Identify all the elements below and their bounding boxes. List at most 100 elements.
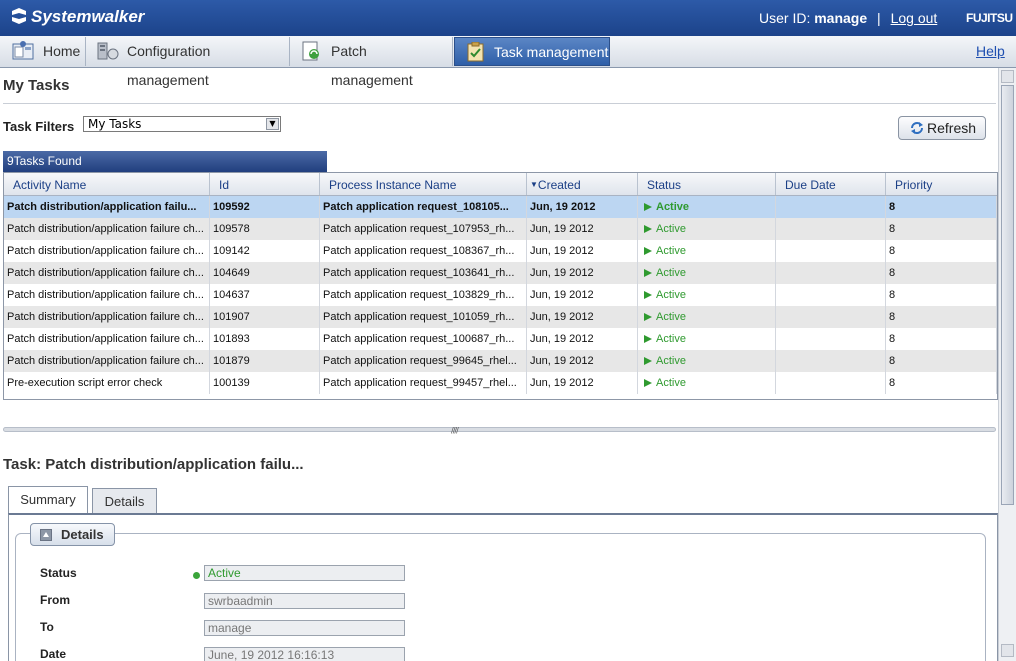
page-scrollbar[interactable]: [998, 68, 1016, 661]
column-header-due-date[interactable]: Due Date: [776, 173, 886, 195]
tab-patch-management[interactable]: Patch management: [291, 37, 453, 88]
cell-process-instance-name: Patch application request_107953_rh...: [320, 218, 527, 240]
cell-id: 109578: [210, 218, 320, 240]
cell-created: Jun, 19 2012: [527, 372, 638, 394]
table-row[interactable]: Patch distribution/application failure c…: [4, 284, 997, 306]
table-row[interactable]: Patch distribution/application failure c…: [4, 306, 997, 328]
tasks-grid: Activity Name Id Process Instance Name ▼…: [3, 172, 998, 400]
table-row[interactable]: Patch distribution/application failure c…: [4, 240, 997, 262]
active-flag-icon: [644, 357, 652, 365]
cell-id: 104649: [210, 262, 320, 284]
cell-due-date: [776, 350, 886, 372]
table-row[interactable]: Patch distribution/application failure c…: [4, 262, 997, 284]
cell-status: Active: [638, 306, 776, 328]
tab-configuration-management[interactable]: Configuration management: [87, 37, 290, 88]
column-header-status[interactable]: Status: [638, 173, 776, 195]
cell-priority: 8: [886, 306, 997, 328]
column-header-label: Created: [537, 178, 581, 192]
collapse-up-icon: [40, 529, 52, 541]
header-bar: Systemwalker User ID: manage | Log out F…: [0, 0, 1016, 36]
splitter-grip-icon: ////: [451, 426, 459, 435]
cell-process-instance-name: Patch application request_99645_rhel...: [320, 350, 527, 372]
status-text: Active: [656, 355, 686, 367]
cell-created: Jun, 19 2012: [527, 218, 638, 240]
field-value-from: swrbaadmin: [204, 593, 405, 609]
details-collapse-toggle[interactable]: Details: [30, 523, 115, 546]
scrollbar-thumb[interactable]: [1001, 85, 1014, 505]
cell-due-date: [776, 284, 886, 306]
tab-details[interactable]: Details: [92, 488, 157, 514]
clipboard-check-icon: [467, 42, 484, 62]
tab-home[interactable]: Home: [2, 37, 86, 66]
status-text: Active: [656, 377, 686, 389]
table-row[interactable]: Pre-execution script error check 100139 Pa…: [4, 372, 997, 394]
cell-process-instance-name: Patch application request_101059_rh...: [320, 306, 527, 328]
header-separator: |: [877, 10, 881, 26]
cell-priority: 8: [886, 262, 997, 284]
scroll-up-icon[interactable]: [1001, 70, 1014, 83]
column-header-created[interactable]: ▼Created: [527, 173, 638, 195]
main-nav-tabs: Home Configuration management Patch mana…: [0, 36, 1016, 88]
task-filter-value: My Tasks: [88, 117, 142, 131]
task-filter-select[interactable]: My Tasks ▼: [83, 116, 281, 132]
user-id-value: manage: [814, 10, 868, 26]
column-header-id[interactable]: Id: [210, 173, 320, 195]
scroll-down-icon[interactable]: [1001, 644, 1014, 657]
cell-activity-name: Patch distribution/application failure c…: [4, 240, 210, 262]
systemwalker-logo-icon: [12, 8, 26, 24]
active-flag-icon: [644, 269, 652, 277]
cell-due-date: [776, 262, 886, 284]
column-header-label: Activity Name: [13, 178, 87, 192]
field-label-from: From: [40, 593, 70, 607]
cell-id: 101893: [210, 328, 320, 350]
help-link[interactable]: Help: [976, 43, 1005, 59]
cell-activity-name: Patch distribution/application failure c…: [4, 262, 210, 284]
table-row[interactable]: Patch distribution/application failure c…: [4, 328, 997, 350]
cell-due-date: [776, 306, 886, 328]
tab-task-label: Task management: [494, 44, 609, 60]
column-header-activity-name[interactable]: Activity Name: [4, 173, 210, 195]
task-filter-label: Task Filters: [3, 119, 75, 134]
cell-process-instance-name: Patch application request_103829_rh...: [320, 284, 527, 306]
table-row[interactable]: Patch distribution/application failure c…: [4, 350, 997, 372]
chevron-down-icon[interactable]: ▼: [266, 118, 279, 130]
tab-task-management[interactable]: Task management: [454, 37, 610, 66]
column-header-label: Due Date: [785, 178, 836, 192]
cell-status: Active: [638, 372, 776, 394]
cell-id: 101879: [210, 350, 320, 372]
active-flag-icon: [644, 247, 652, 255]
active-flag-icon: [644, 379, 652, 387]
cell-status: Active: [638, 240, 776, 262]
status-dot-icon: [193, 572, 200, 579]
active-flag-icon: [644, 225, 652, 233]
logout-link[interactable]: Log out: [891, 10, 938, 26]
refresh-label: Refresh: [927, 120, 977, 136]
cell-created: Jun, 19 2012: [527, 262, 638, 284]
cell-activity-name: Patch distribution/application failure c…: [4, 284, 210, 306]
table-row[interactable]: Patch distribution/application failu... 1…: [4, 196, 997, 218]
cell-status: Active: [638, 328, 776, 350]
status-text: Active: [656, 201, 690, 213]
user-id-label: User ID:: [759, 10, 811, 26]
cell-due-date: [776, 328, 886, 350]
cell-activity-name: Patch distribution/application failure c…: [4, 218, 210, 240]
pane-splitter[interactable]: ////: [3, 426, 996, 435]
field-value-status: Active: [204, 565, 405, 581]
column-header-priority[interactable]: Priority: [886, 173, 997, 195]
table-row[interactable]: Patch distribution/application failure c…: [4, 218, 997, 240]
details-legend-label: Details: [61, 527, 104, 542]
cell-process-instance-name: Patch application request_108105...: [320, 196, 527, 218]
cell-status: Active: [638, 350, 776, 372]
field-label-date: Date: [40, 647, 67, 661]
refresh-button[interactable]: Refresh: [898, 116, 986, 140]
systemwalker-logo: Systemwalker: [10, 7, 144, 27]
task-detail-title: Task: Patch distribution/application fai…: [3, 456, 304, 473]
cell-activity-name: Patch distribution/application failure c…: [4, 350, 210, 372]
active-flag-icon: [644, 203, 652, 211]
cell-priority: 8: [886, 284, 997, 306]
column-header-process-instance-name[interactable]: Process Instance Name: [320, 173, 527, 195]
cell-created: Jun, 19 2012: [527, 328, 638, 350]
cell-due-date: [776, 196, 886, 218]
tab-summary[interactable]: Summary: [8, 486, 88, 514]
cell-created: Jun, 19 2012: [527, 306, 638, 328]
